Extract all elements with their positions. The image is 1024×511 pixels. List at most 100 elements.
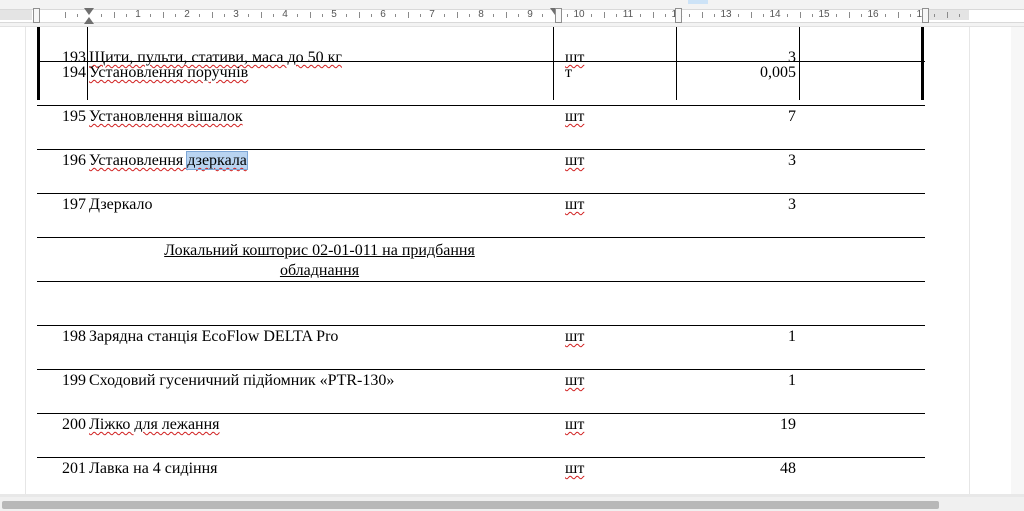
ruler-tick <box>175 14 176 17</box>
ruler-tick <box>371 14 372 17</box>
vertical-scrollbar[interactable] <box>1011 27 1024 497</box>
ruler-number: 8 <box>478 9 484 20</box>
horizontal-scrollbar[interactable] <box>0 497 1024 511</box>
ruler-number: 14 <box>769 9 781 20</box>
row-number: 194 <box>62 64 86 81</box>
ruler-column-highlight <box>688 0 708 4</box>
ruler-tick <box>346 14 347 17</box>
page-edge <box>969 27 970 497</box>
table-row[interactable]: 199 Сходовий гусеничний підйомник «PTR-1… <box>37 370 925 414</box>
table-column-marker[interactable] <box>675 8 682 23</box>
ruler-tick <box>849 12 850 18</box>
ruler-number: 13 <box>720 9 732 20</box>
item-unit[interactable]: шт <box>565 328 584 346</box>
ruler-tick <box>640 14 641 17</box>
ruler-tick <box>469 14 470 17</box>
ruler-tick <box>273 14 274 17</box>
section-header-row[interactable]: Локальний кошторис 02-01-011 на придбанн… <box>37 238 925 282</box>
ruler-number: 1 <box>135 9 141 20</box>
table-column-marker[interactable] <box>33 8 40 23</box>
ruler-tick <box>812 14 813 17</box>
item-name[interactable]: Лавка на 4 сидіння <box>89 460 218 478</box>
table-row[interactable]: 194 Установлення поручнів т 0,005 <box>37 62 925 106</box>
item-quantity[interactable]: 19 <box>678 416 796 434</box>
table-row[interactable]: 201 Лавка на 4 сидіння шт 48 <box>37 458 925 497</box>
item-name[interactable]: Сходовий гусеничний підйомник «PTR-130» <box>89 372 394 390</box>
ruler-tick <box>567 14 568 17</box>
table-row[interactable]: 195 Установлення вішалок шт 7 <box>37 106 925 150</box>
row-number: 198 <box>62 328 86 345</box>
table-column-marker[interactable] <box>922 8 929 23</box>
ruler-tick <box>493 14 494 17</box>
item-quantity[interactable]: 7 <box>678 108 796 126</box>
item-quantity[interactable]: 3 <box>678 152 796 170</box>
ruler-tick <box>114 12 115 18</box>
item-unit[interactable]: шт <box>565 460 584 478</box>
ruler-tick <box>934 14 935 17</box>
row-number: 200 <box>62 416 86 433</box>
ruler-tick <box>800 12 801 18</box>
ruler-tick <box>408 12 409 18</box>
ruler-tick <box>959 14 960 17</box>
ruler-number: 15 <box>818 9 830 20</box>
ruler-tick <box>310 12 311 18</box>
ruler-tick <box>653 12 654 18</box>
item-name[interactable]: Установлення дзеркала <box>89 151 248 170</box>
ruler-number: 11 <box>622 9 634 20</box>
item-quantity[interactable]: 1 <box>678 328 796 346</box>
left-indent-marker[interactable] <box>84 17 94 24</box>
ruler-tick <box>947 12 948 18</box>
item-name[interactable]: Установлення поручнів <box>89 64 248 82</box>
table-row[interactable]: 200 Ліжко для лежання шт 19 <box>37 414 925 458</box>
item-unit[interactable]: шт <box>565 416 584 434</box>
document-page[interactable]: 193 Щити, пульти, стативи, маса до 50 кг… <box>0 27 1024 497</box>
ruler-tick <box>248 14 249 17</box>
table-row[interactable]: 198 Зарядна станція EcoFlow DELTA Pro шт… <box>37 326 925 370</box>
ruler-tick <box>738 14 739 17</box>
item-unit[interactable]: шт <box>565 372 584 390</box>
item-quantity[interactable]: 0,005 <box>678 64 796 82</box>
ruler-tick <box>65 12 66 18</box>
ruler-tick <box>604 12 605 18</box>
table-row[interactable]: 193 Щити, пульти, стативи, маса до 50 кг… <box>37 27 925 66</box>
table-row[interactable]: 197 Дзеркало шт 3 <box>37 194 925 238</box>
ruler-number: 4 <box>282 9 288 20</box>
empty-table-row[interactable] <box>37 282 925 326</box>
horizontal-ruler[interactable]: 1234567891011121314151617 <box>0 0 1024 27</box>
item-quantity[interactable]: 48 <box>678 460 796 478</box>
ruler-tick <box>101 14 102 17</box>
item-unit[interactable]: т <box>565 64 572 82</box>
ruler-tick <box>457 12 458 18</box>
horizontal-scrollbar-thumb[interactable] <box>2 501 939 509</box>
section-header-line: обладнання <box>279 262 360 279</box>
selected-text[interactable]: дзеркала <box>186 151 248 170</box>
ruler-tick <box>787 14 788 17</box>
item-unit[interactable]: шт <box>565 196 584 214</box>
table-column-marker[interactable] <box>555 8 562 23</box>
item-name[interactable]: Установлення вішалок <box>89 108 243 126</box>
item-quantity[interactable]: 1 <box>678 372 796 390</box>
ruler-tick <box>689 14 690 17</box>
item-quantity[interactable]: 3 <box>678 196 796 214</box>
ruler-number: 6 <box>380 9 386 20</box>
section-header-line: Локальний кошторис 02-01-011 на придбанн… <box>164 242 475 259</box>
ruler-number: 10 <box>573 9 585 20</box>
ruler-tick <box>420 14 421 17</box>
section-header-title[interactable]: Локальний кошторис 02-01-011 на придбанн… <box>86 241 553 281</box>
ruler-tick <box>126 14 127 17</box>
ruler-number: 7 <box>429 9 435 20</box>
ruler-tick <box>297 14 298 17</box>
item-name[interactable]: Ліжко для лежання <box>89 416 220 434</box>
item-unit[interactable]: шт <box>565 152 584 170</box>
ruler-tick <box>506 12 507 18</box>
ruler-tick <box>751 12 752 18</box>
ruler-tick <box>150 14 151 17</box>
table-row[interactable]: 196 Установлення дзеркала шт 3 <box>37 150 925 194</box>
item-name[interactable]: Зарядна станція EcoFlow DELTA Pro <box>89 328 338 346</box>
ruler-tick <box>910 14 911 17</box>
ruler-tick <box>898 12 899 18</box>
item-unit[interactable]: шт <box>565 108 584 126</box>
first-line-indent-marker[interactable] <box>84 8 94 15</box>
item-name[interactable]: Дзеркало <box>89 196 153 214</box>
ruler-number: 5 <box>331 9 337 20</box>
